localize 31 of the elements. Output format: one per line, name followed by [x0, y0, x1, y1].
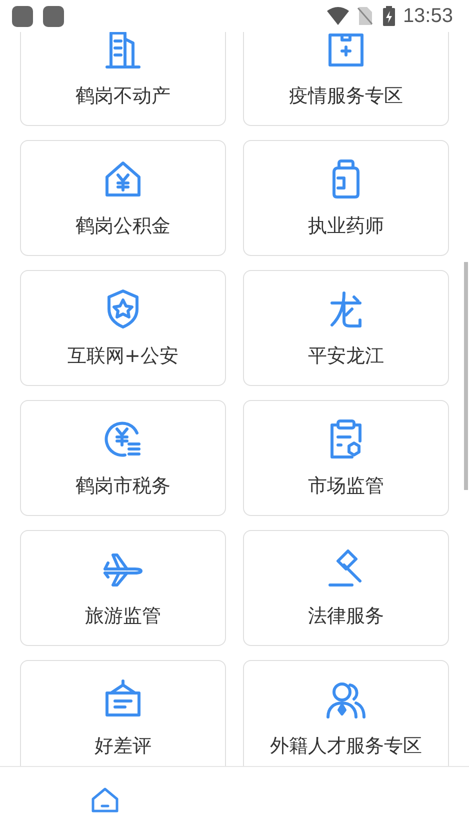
- notification-icon: [43, 6, 64, 26]
- service-label: 平安龙江: [308, 344, 384, 369]
- service-label: 鹤岗市税务: [76, 474, 170, 499]
- service-card[interactable]: 外籍人才服务专区: [243, 660, 449, 766]
- service-label: 好差评: [94, 734, 152, 759]
- service-label: 疫情服务专区: [289, 84, 403, 109]
- service-card[interactable]: 法律服务: [243, 530, 449, 646]
- service-card[interactable]: 鹤岗公积金: [20, 140, 226, 256]
- no-sim-icon: [356, 7, 373, 25]
- service-card[interactable]: 平安龙江: [243, 270, 449, 386]
- service-card[interactable]: 旅游监管: [20, 530, 226, 646]
- service-label: 外籍人才服务专区: [270, 734, 422, 759]
- notification-icon: [12, 6, 33, 26]
- service-label: 执业药师: [308, 214, 384, 239]
- home-icon: [90, 786, 120, 814]
- service-label: 鹤岗不动产: [76, 84, 170, 109]
- service-label: 法律服务: [308, 604, 384, 629]
- battery-charging-icon: [382, 6, 395, 26]
- service-label: 鹤岗公积金: [76, 214, 170, 239]
- service-card[interactable]: 鹤岗市税务: [20, 400, 226, 516]
- service-card[interactable]: 好差评: [20, 660, 226, 766]
- service-card[interactable]: 互联网+公安: [20, 270, 226, 386]
- service-label: 旅游监管: [85, 604, 161, 629]
- service-label: 市场监管: [308, 474, 384, 499]
- service-label: 互联网+公安: [68, 344, 178, 369]
- service-card[interactable]: 市场监管: [243, 400, 449, 516]
- wifi-icon: [326, 7, 349, 25]
- service-card[interactable]: 疫情服务专区: [243, 32, 449, 126]
- service-card[interactable]: 鹤岗不动产: [20, 32, 226, 126]
- service-card[interactable]: 执业药师: [243, 140, 449, 256]
- clock-time: 13:53: [402, 4, 453, 28]
